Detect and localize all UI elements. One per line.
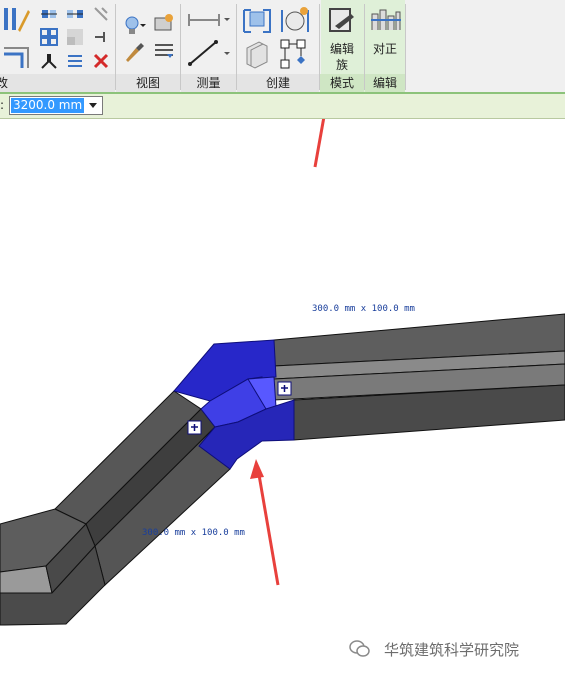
panel-label-edit: 编辑 (372, 76, 397, 90)
aligned-dimension-icon[interactable] (186, 10, 232, 34)
panel-label-view: 视图 (135, 76, 160, 90)
split-gap-icon[interactable] (66, 52, 84, 74)
copy-icon[interactable] (66, 6, 84, 26)
unpin-icon[interactable] (92, 28, 110, 50)
split-icon[interactable] (40, 52, 58, 74)
align-icon[interactable] (2, 4, 32, 38)
justify-label[interactable]: 对正 (364, 40, 406, 57)
edit-family-icon[interactable] (327, 6, 359, 40)
move-icon[interactable] (40, 6, 58, 26)
justify-icon[interactable] (370, 6, 402, 36)
brush-icon[interactable] (122, 40, 146, 68)
panel-label-modify: 改 (0, 76, 9, 90)
delete-icon[interactable] (92, 52, 110, 74)
create-part-icon[interactable] (241, 4, 273, 40)
display-icon[interactable] (153, 12, 175, 38)
offset-label: : (0, 98, 5, 112)
pin-icon[interactable] (92, 5, 110, 27)
assembly-icon[interactable] (279, 38, 311, 74)
panel-label-measure: 测量 (196, 76, 221, 90)
similar-icon[interactable] (241, 38, 273, 74)
scale-icon[interactable] (66, 28, 84, 50)
wechat-icon (348, 638, 372, 662)
offset-dropdown[interactable]: 3200.0 mm (9, 96, 103, 115)
duct-model (0, 74, 565, 626)
offset-value[interactable]: 3200.0 mm (11, 98, 85, 113)
panel-label-create: 创建 (265, 76, 290, 90)
duct-size-label-top: 300.0 mm x 100.0 mm (312, 304, 415, 314)
create-group-icon[interactable] (279, 4, 311, 40)
chevron-down-icon[interactable] (89, 103, 97, 108)
ribbon: 编辑 族 对正 改 视图 测量 创建 模式 编辑 (0, 0, 565, 92)
panel-label-mode: 模式 (329, 76, 354, 90)
3d-viewport[interactable]: 300.0 mm x 100.0 mm 300.0 mm x 100.0 mm (0, 74, 565, 674)
offset-icon[interactable] (2, 40, 32, 74)
duct-right-segment (273, 313, 565, 441)
duct-size-label-bottom: 300.0 mm x 100.0 mm (142, 528, 245, 538)
panel-label-bar (0, 74, 115, 92)
watermark-text: 华筑建筑科学研究院 (384, 641, 520, 659)
edit-family-label-line2[interactable]: 族 (321, 56, 363, 73)
panel-separator (405, 4, 406, 90)
options-bar: : 3200.0 mm (0, 94, 565, 119)
edit-family-label[interactable]: 编辑 (321, 40, 363, 57)
thin-lines-icon[interactable] (153, 40, 175, 66)
lightbulb-icon[interactable] (122, 14, 146, 42)
array-icon[interactable] (40, 28, 58, 50)
measure-icon[interactable] (186, 38, 232, 72)
